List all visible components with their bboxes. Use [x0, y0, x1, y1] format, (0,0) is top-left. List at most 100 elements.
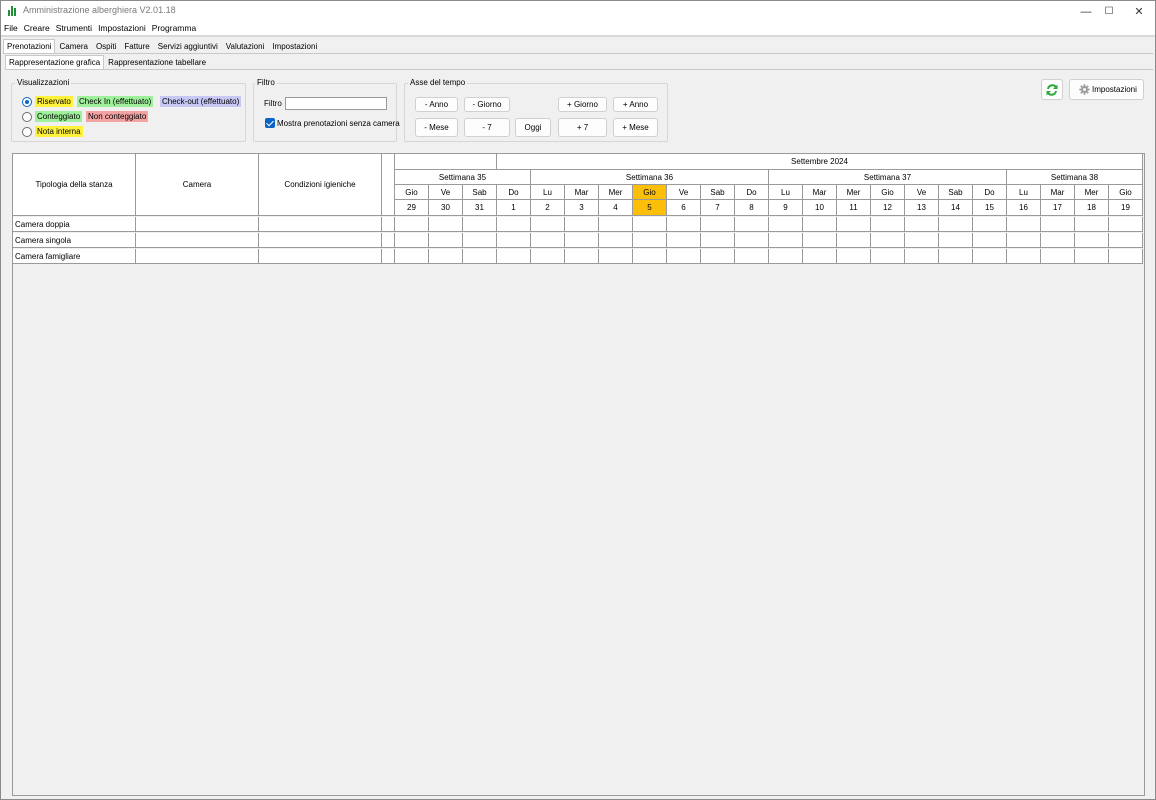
- oggi-button[interactable]: Oggi: [515, 118, 551, 137]
- booking-cell[interactable]: [973, 233, 1007, 248]
- booking-cell[interactable]: [531, 233, 565, 248]
- booking-cell[interactable]: [395, 217, 429, 232]
- booking-cell[interactable]: [905, 249, 939, 264]
- booking-cell[interactable]: [701, 217, 735, 232]
- plus-7-button[interactable]: + 7: [558, 118, 607, 137]
- refresh-button[interactable]: [1041, 79, 1063, 100]
- booking-cell[interactable]: [1075, 217, 1109, 232]
- booking-cell[interactable]: [1041, 217, 1075, 232]
- minus-giorno-button[interactable]: - Giorno: [464, 97, 510, 112]
- radio-nota-interna[interactable]: [22, 127, 32, 137]
- booking-cell[interactable]: [735, 233, 769, 248]
- booking-cell[interactable]: [1041, 233, 1075, 248]
- booking-cell[interactable]: [837, 217, 871, 232]
- booking-cell[interactable]: [497, 217, 531, 232]
- booking-cell[interactable]: [1075, 233, 1109, 248]
- tab-rappresentazione-grafica[interactable]: Rappresentazione grafica: [5, 55, 105, 70]
- booking-cell[interactable]: [667, 249, 701, 264]
- tab-fatture[interactable]: Fatture: [120, 39, 153, 53]
- booking-cell[interactable]: [973, 249, 1007, 264]
- booking-cell[interactable]: [803, 249, 837, 264]
- booking-cell[interactable]: [701, 249, 735, 264]
- room-hygiene-cell[interactable]: [259, 217, 382, 232]
- minus-anno-button[interactable]: - Anno: [415, 97, 458, 112]
- booking-cell[interactable]: [1007, 233, 1041, 248]
- booking-cell[interactable]: [599, 233, 633, 248]
- booking-cell[interactable]: [769, 249, 803, 264]
- booking-cell[interactable]: [565, 233, 599, 248]
- plus-anno-button[interactable]: + Anno: [613, 97, 658, 112]
- booking-cell[interactable]: [599, 217, 633, 232]
- booking-cell[interactable]: [667, 217, 701, 232]
- tab-valutazioni[interactable]: Valutazioni: [222, 39, 269, 53]
- booking-cell[interactable]: [633, 217, 667, 232]
- booking-cell[interactable]: [497, 249, 531, 264]
- room-hygiene-cell[interactable]: [259, 249, 382, 264]
- booking-cell[interactable]: [803, 233, 837, 248]
- booking-cell[interactable]: [395, 233, 429, 248]
- booking-cell[interactable]: [837, 233, 871, 248]
- tab-prenotazioni[interactable]: Prenotazioni: [3, 39, 56, 54]
- menu-strumenti[interactable]: Strumenti: [53, 22, 95, 35]
- booking-cell[interactable]: [429, 249, 463, 264]
- booking-cell[interactable]: [1007, 249, 1041, 264]
- booking-cell[interactable]: [463, 217, 497, 232]
- plus-giorno-button[interactable]: + Giorno: [558, 97, 607, 112]
- minus-mese-button[interactable]: - Mese: [415, 118, 458, 137]
- booking-cell[interactable]: [905, 217, 939, 232]
- booking-cell[interactable]: [429, 217, 463, 232]
- booking-cell[interactable]: [633, 249, 667, 264]
- room-hygiene-cell[interactable]: [259, 233, 382, 248]
- booking-cell[interactable]: [803, 217, 837, 232]
- booking-cell[interactable]: [735, 249, 769, 264]
- booking-cell[interactable]: [395, 249, 429, 264]
- booking-cell[interactable]: [1109, 249, 1143, 264]
- booking-cell[interactable]: [1007, 217, 1041, 232]
- booking-cell[interactable]: [565, 249, 599, 264]
- minus-7-button[interactable]: - 7: [464, 118, 510, 137]
- booking-cell[interactable]: [1041, 249, 1075, 264]
- booking-cell[interactable]: [1075, 249, 1109, 264]
- menu-creare[interactable]: Creare: [21, 22, 53, 35]
- booking-cell[interactable]: [973, 217, 1007, 232]
- tab-ospiti[interactable]: Ospiti: [92, 39, 120, 53]
- booking-cell[interactable]: [837, 249, 871, 264]
- booking-cell[interactable]: [667, 233, 701, 248]
- booking-cell[interactable]: [939, 233, 973, 248]
- radio-conteggio[interactable]: [22, 112, 32, 122]
- tab-servizi-aggiuntivi[interactable]: Servizi aggiuntivi: [154, 39, 222, 53]
- booking-cell[interactable]: [565, 217, 599, 232]
- booking-cell[interactable]: [633, 233, 667, 248]
- menu-programma[interactable]: Programma: [149, 22, 199, 35]
- filtro-input[interactable]: [285, 97, 387, 110]
- tab-camera[interactable]: Camera: [55, 39, 91, 53]
- booking-cell[interactable]: [497, 233, 531, 248]
- booking-cell[interactable]: [939, 249, 973, 264]
- booking-cell[interactable]: [871, 217, 905, 232]
- booking-cell[interactable]: [1109, 233, 1143, 248]
- booking-cell[interactable]: [701, 233, 735, 248]
- booking-cell[interactable]: [871, 233, 905, 248]
- booking-cell[interactable]: [905, 233, 939, 248]
- plus-mese-button[interactable]: + Mese: [613, 118, 658, 137]
- booking-cell[interactable]: [599, 249, 633, 264]
- booking-cell[interactable]: [871, 249, 905, 264]
- booking-cell[interactable]: [531, 217, 565, 232]
- radio-stato[interactable]: [22, 97, 32, 107]
- room-camera-cell[interactable]: [136, 249, 259, 264]
- room-camera-cell[interactable]: [136, 217, 259, 232]
- booking-cell[interactable]: [429, 233, 463, 248]
- booking-cell[interactable]: [463, 233, 497, 248]
- menu-file[interactable]: File: [1, 22, 21, 35]
- impostazioni-button[interactable]: Impostazioni: [1069, 79, 1144, 100]
- booking-cell[interactable]: [769, 217, 803, 232]
- booking-cell[interactable]: [463, 249, 497, 264]
- tab-rappresentazione-tabellare[interactable]: Rappresentazione tabellare: [104, 55, 210, 69]
- close-button[interactable]: ✕: [1116, 1, 1156, 22]
- booking-cell[interactable]: [939, 217, 973, 232]
- menu-impostazioni[interactable]: Impostazioni: [95, 22, 149, 35]
- room-camera-cell[interactable]: [136, 233, 259, 248]
- booking-cell[interactable]: [769, 233, 803, 248]
- booking-cell[interactable]: [735, 217, 769, 232]
- mostra-senza-camera-checkbox[interactable]: [265, 118, 275, 128]
